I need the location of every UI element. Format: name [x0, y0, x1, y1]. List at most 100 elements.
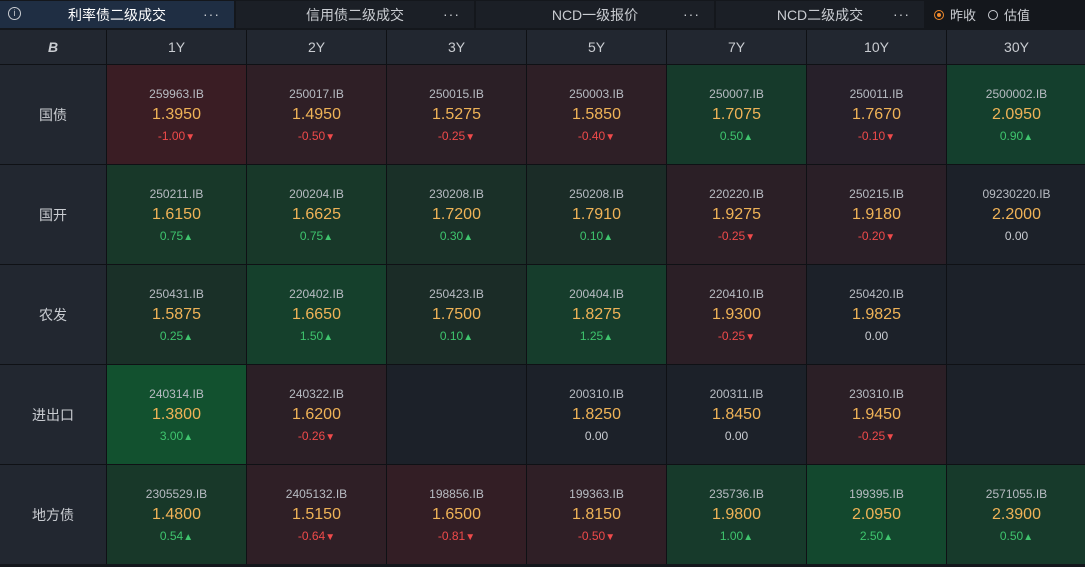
row-label: 国开 [0, 165, 106, 264]
bond-cell[interactable]: 250011.IB 1.7670 -0.10▼ [807, 65, 946, 164]
radio-label: 昨收 [950, 8, 977, 23]
bond-cell[interactable]: 2500002.IB 2.0950 0.90▲ [947, 65, 1085, 164]
bond-code: 198856.IB [429, 486, 484, 501]
bond-cell[interactable]: 200310.IB 1.8250 0.00 [527, 365, 666, 464]
bond-code: 2571055.IB [985, 486, 1048, 501]
yield-value: 1.4950 [292, 105, 341, 123]
change-number: -0.10 [857, 128, 886, 143]
bond-cell[interactable]: 250420.IB 1.9825 0.00 [807, 265, 946, 364]
yield-value: 1.9300 [712, 305, 761, 323]
change-number: 1.25 [579, 328, 604, 343]
bond-cell[interactable]: 250015.IB 1.5275 -0.25▼ [387, 65, 526, 164]
price-basis-radio-group: 昨收 估值 [934, 0, 1042, 29]
yield-value: 1.7200 [432, 205, 481, 223]
bond-cell[interactable]: 240322.IB 1.6200 -0.26▼ [247, 365, 386, 464]
change-number: 0.00 [864, 328, 889, 343]
change-value: -0.20▼ [858, 227, 895, 245]
change-number: 0.00 [1004, 228, 1029, 243]
triangle-down-icon: ▼ [605, 531, 616, 543]
change-number: -0.20 [857, 228, 886, 243]
bond-cell[interactable]: 250003.IB 1.5850 -0.40▼ [527, 65, 666, 164]
bond-cell[interactable]: 199363.IB 1.8150 -0.50▼ [527, 465, 666, 564]
bond-code: 199363.IB [569, 486, 624, 501]
change-number: -0.25 [857, 428, 886, 443]
triangle-up-icon: ▲ [183, 331, 194, 343]
bond-code: 250208.IB [569, 186, 624, 201]
triangle-up-icon: ▲ [463, 331, 474, 343]
triangle-up-icon: ▲ [603, 331, 614, 343]
tab-3[interactable]: NCD二级成交 ··· [716, 1, 924, 28]
row-label: 进出口 [0, 365, 106, 464]
bond-cell[interactable]: 2571055.IB 2.3900 0.50▲ [947, 465, 1085, 564]
more-dots-icon[interactable]: ··· [443, 6, 460, 22]
change-number: -0.50 [297, 128, 326, 143]
bond-cell[interactable]: 09230220.IB 2.2000 0.00 [947, 165, 1085, 264]
change-value: 1.25▲ [580, 327, 613, 345]
bond-cell[interactable]: 2405132.IB 1.5150 -0.64▼ [247, 465, 386, 564]
yield-value: 1.3800 [152, 405, 201, 423]
bond-cell[interactable]: 259963.IB 1.3950 -1.00▼ [107, 65, 246, 164]
bond-code: 200310.IB [569, 386, 624, 401]
bond-cell[interactable]: 200204.IB 1.6625 0.75▲ [247, 165, 386, 264]
bond-cell[interactable]: 198856.IB 1.6500 -0.81▼ [387, 465, 526, 564]
bond-cell[interactable]: 250017.IB 1.4950 -0.50▼ [247, 65, 386, 164]
more-dots-icon[interactable]: ··· [893, 6, 910, 22]
radio-option-0[interactable]: 昨收 [934, 5, 976, 24]
column-header-3y: 3Y [387, 30, 526, 64]
bond-cell[interactable]: 250423.IB 1.7500 0.10▲ [387, 265, 526, 364]
bond-cell[interactable]: 199395.IB 2.0950 2.50▲ [807, 465, 946, 564]
bond-code: 235736.IB [709, 486, 764, 501]
more-dots-icon[interactable]: ··· [203, 6, 220, 22]
bond-cell[interactable]: 250211.IB 1.6150 0.75▲ [107, 165, 246, 264]
change-number: -0.64 [297, 528, 326, 543]
bond-cell[interactable]: 250007.IB 1.7075 0.50▲ [667, 65, 806, 164]
bond-code: 250003.IB [569, 86, 624, 101]
radio-option-1[interactable]: 估值 [988, 5, 1030, 24]
change-number: -0.25 [717, 228, 746, 243]
change-value: -0.40▼ [578, 127, 615, 145]
bond-cell[interactable]: 220410.IB 1.9300 -0.25▼ [667, 265, 806, 364]
bond-cell[interactable]: 250431.IB 1.5875 0.25▲ [107, 265, 246, 364]
bond-cell[interactable]: 220220.IB 1.9275 -0.25▼ [667, 165, 806, 264]
change-number: 0.30 [439, 228, 464, 243]
triangle-up-icon: ▲ [183, 531, 194, 543]
radio-unchecked-icon[interactable] [988, 9, 999, 20]
empty-cell [387, 365, 526, 464]
bond-cell[interactable]: 240314.IB 1.3800 3.00▲ [107, 365, 246, 464]
bond-cell[interactable]: 250215.IB 1.9180 -0.20▼ [807, 165, 946, 264]
bond-cell[interactable]: 230310.IB 1.9450 -0.25▼ [807, 365, 946, 464]
more-dots-icon[interactable]: ··· [683, 6, 700, 22]
triangle-up-icon: ▲ [743, 131, 754, 143]
triangle-down-icon: ▼ [885, 431, 896, 443]
bond-cell[interactable]: 220402.IB 1.6650 1.50▲ [247, 265, 386, 364]
yield-value: 2.0950 [992, 105, 1041, 123]
change-value: 0.50▲ [1000, 527, 1033, 545]
empty-cell [947, 265, 1085, 364]
bond-cell[interactable]: 2305529.IB 1.4800 0.54▲ [107, 465, 246, 564]
change-value: 0.00 [585, 427, 608, 445]
column-header-1y: 1Y [107, 30, 246, 64]
bond-cell[interactable]: 250208.IB 1.7910 0.10▲ [527, 165, 666, 264]
tab-label: NCD二级成交 [776, 6, 864, 23]
bond-cell[interactable]: 200404.IB 1.8275 1.25▲ [527, 265, 666, 364]
change-value: -0.25▼ [718, 327, 755, 345]
change-number: -0.26 [297, 428, 326, 443]
bond-code: 2405132.IB [285, 486, 348, 501]
row-label: 国债 [0, 65, 106, 164]
info-icon[interactable]: i [8, 7, 21, 20]
change-number: -1.00 [157, 128, 186, 143]
bond-code: 250015.IB [429, 86, 484, 101]
bond-cell[interactable]: 230208.IB 1.7200 0.30▲ [387, 165, 526, 264]
radio-checked-icon[interactable] [934, 9, 944, 20]
change-value: -0.25▼ [718, 227, 755, 245]
bond-cell[interactable]: 200311.IB 1.8450 0.00 [667, 365, 806, 464]
triangle-up-icon: ▲ [883, 531, 894, 543]
triangle-down-icon: ▼ [325, 531, 336, 543]
change-number: -0.81 [437, 528, 466, 543]
tab-2[interactable]: NCD一级报价 ··· [476, 1, 714, 28]
tab-0[interactable]: i 利率债二级成交 ··· [0, 1, 234, 28]
tab-1[interactable]: 信用债二级成交 ··· [236, 1, 474, 28]
yield-value: 1.7910 [572, 205, 621, 223]
triangle-up-icon: ▲ [323, 331, 334, 343]
bond-cell[interactable]: 235736.IB 1.9800 1.00▲ [667, 465, 806, 564]
